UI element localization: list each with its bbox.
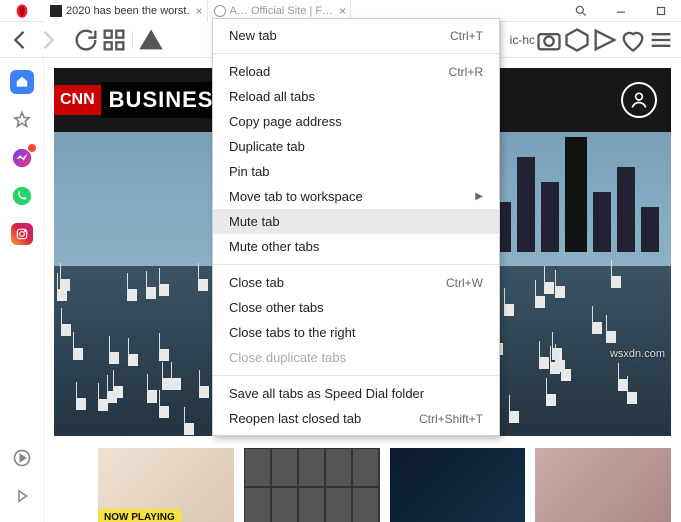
back-button[interactable] bbox=[6, 26, 34, 54]
thumbnail-item[interactable] bbox=[390, 448, 526, 522]
site-info-button[interactable] bbox=[137, 26, 165, 54]
search-everywhere-button[interactable] bbox=[561, 0, 601, 22]
search-icon bbox=[574, 4, 588, 18]
menu-copy-address[interactable]: Copy page address bbox=[213, 109, 499, 134]
menu-separator bbox=[213, 53, 499, 54]
minimize-icon bbox=[614, 4, 628, 18]
warning-icon bbox=[137, 26, 165, 54]
thumbnail-now-playing[interactable]: NOW PLAYING bbox=[98, 448, 234, 522]
thumbnail-item[interactable] bbox=[535, 448, 671, 522]
tab-close-button[interactable]: × bbox=[196, 4, 203, 18]
skyline-graphic bbox=[493, 132, 659, 252]
grid-icon bbox=[100, 26, 128, 54]
tab-title: 2020 has been the worst. bbox=[66, 5, 190, 17]
window-controls bbox=[561, 0, 681, 22]
chevron-left-icon bbox=[6, 26, 34, 54]
chevron-right-icon bbox=[34, 26, 62, 54]
menu-reload[interactable]: ReloadCtrl+R bbox=[213, 59, 499, 84]
tab-close-button[interactable]: × bbox=[339, 4, 346, 18]
main-menu-button[interactable] bbox=[647, 26, 675, 54]
sidebar-player[interactable] bbox=[10, 446, 34, 470]
watermark: wsxdn.com bbox=[610, 348, 665, 360]
account-button[interactable] bbox=[621, 82, 657, 118]
favicon-icon bbox=[214, 5, 226, 17]
menu-mute-tab[interactable]: Mute tab bbox=[213, 209, 499, 234]
notification-badge bbox=[28, 144, 36, 152]
snapshot-button[interactable] bbox=[535, 26, 563, 54]
bookmark-button[interactable] bbox=[619, 26, 647, 54]
menu-reload-all[interactable]: Reload all tabs bbox=[213, 84, 499, 109]
user-icon bbox=[629, 90, 649, 110]
thumbnail-row: NOW PLAYING bbox=[98, 448, 671, 522]
sidebar bbox=[0, 58, 44, 522]
menu-icon bbox=[647, 26, 675, 54]
play-send-icon bbox=[591, 26, 619, 54]
sidebar-expand[interactable] bbox=[10, 484, 34, 508]
sidebar-instagram[interactable] bbox=[10, 222, 34, 246]
favicon-icon bbox=[50, 5, 62, 17]
menu-close-other[interactable]: Close other tabs bbox=[213, 295, 499, 320]
menu-mute-other[interactable]: Mute other tabs bbox=[213, 234, 499, 259]
sidebar-bookmarks[interactable] bbox=[10, 108, 34, 132]
opera-menu-button[interactable] bbox=[0, 0, 44, 22]
video-popout-button[interactable] bbox=[591, 26, 619, 54]
camera-icon bbox=[535, 26, 563, 54]
reload-button[interactable] bbox=[72, 26, 100, 54]
forward-button[interactable] bbox=[34, 26, 62, 54]
sidebar-home[interactable] bbox=[10, 70, 34, 94]
menu-separator bbox=[213, 375, 499, 376]
menu-close-duplicate: Close duplicate tabs bbox=[213, 345, 499, 370]
reload-icon bbox=[72, 26, 100, 54]
minimize-button[interactable] bbox=[601, 0, 641, 22]
divider bbox=[132, 31, 133, 49]
menu-separator bbox=[213, 264, 499, 265]
heart-icon bbox=[619, 26, 647, 54]
star-icon bbox=[12, 110, 32, 130]
chevron-right-icon: ▶ bbox=[475, 191, 483, 202]
cube-icon bbox=[563, 26, 591, 54]
url-fragment: ic-hc bbox=[510, 33, 535, 47]
instagram-icon bbox=[11, 223, 33, 245]
menu-duplicate-tab[interactable]: Duplicate tab bbox=[213, 134, 499, 159]
thumbnail-item[interactable] bbox=[244, 448, 380, 522]
speed-dial-button[interactable] bbox=[100, 26, 128, 54]
menu-reopen-closed[interactable]: Reopen last closed tabCtrl+Shift+T bbox=[213, 406, 499, 431]
tab-active[interactable]: 2020 has been the worst. × bbox=[44, 0, 208, 22]
play-circle-icon bbox=[12, 448, 32, 468]
sidebar-whatsapp[interactable] bbox=[10, 184, 34, 208]
menu-close-tab[interactable]: Close tabCtrl+W bbox=[213, 270, 499, 295]
tab-title: A… Official Site | F… bbox=[230, 5, 334, 17]
menu-move-workspace[interactable]: Move tab to workspace▶ bbox=[213, 184, 499, 209]
whatsapp-icon bbox=[11, 185, 33, 207]
tab-context-menu: New tabCtrl+T ReloadCtrl+R Reload all ta… bbox=[212, 18, 500, 436]
opera-icon bbox=[14, 3, 30, 19]
maximize-button[interactable] bbox=[641, 0, 681, 22]
menu-pin-tab[interactable]: Pin tab bbox=[213, 159, 499, 184]
sidebar-messenger[interactable] bbox=[10, 146, 34, 170]
maximize-icon bbox=[654, 4, 668, 18]
menu-save-speed-dial[interactable]: Save all tabs as Speed Dial folder bbox=[213, 381, 499, 406]
extension-button[interactable] bbox=[563, 26, 591, 54]
home-icon bbox=[15, 75, 29, 89]
now-playing-badge: NOW PLAYING bbox=[98, 509, 181, 522]
browser-window: 2020 has been the worst. × A… Official S… bbox=[0, 0, 681, 522]
menu-new-tab[interactable]: New tabCtrl+T bbox=[213, 23, 499, 48]
triangle-right-icon bbox=[13, 487, 31, 505]
cnn-logo: CNN bbox=[54, 85, 101, 115]
menu-close-right[interactable]: Close tabs to the right bbox=[213, 320, 499, 345]
